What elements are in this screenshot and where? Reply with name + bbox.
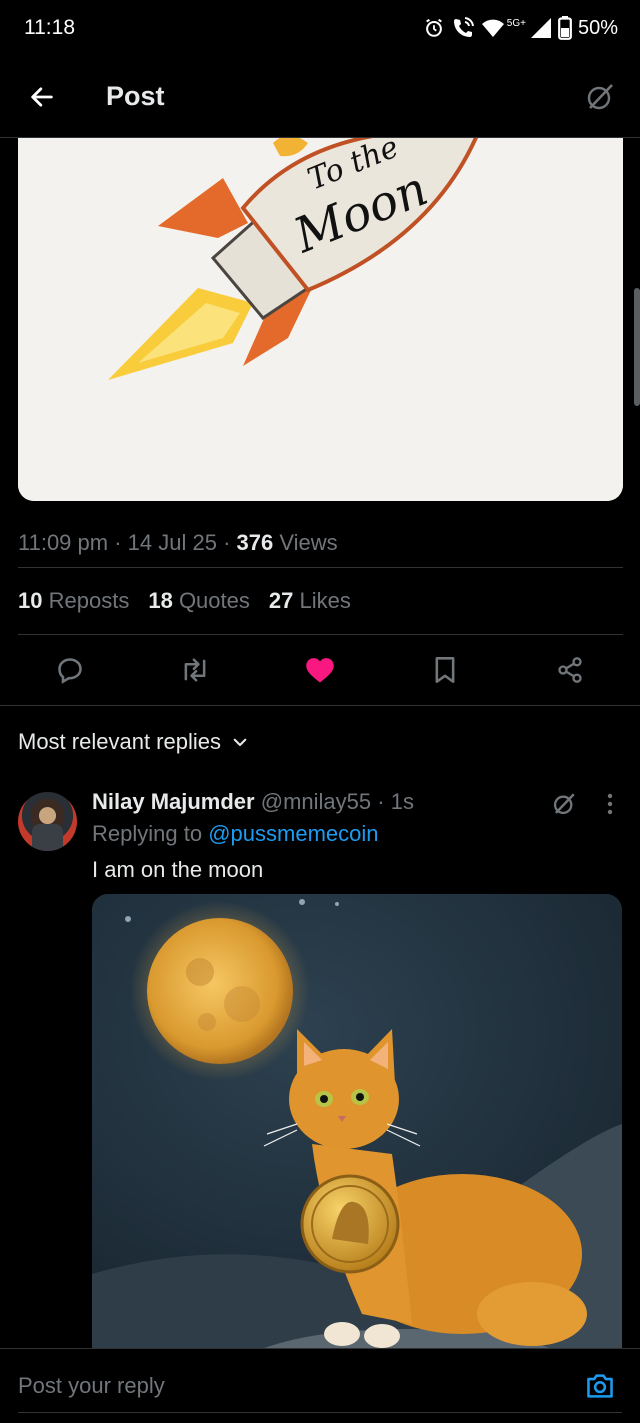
composer-divider bbox=[18, 1412, 622, 1413]
reply-time: 1s bbox=[390, 789, 414, 814]
battery-percent: 50% bbox=[577, 16, 618, 39]
grok-icon bbox=[553, 793, 575, 815]
share-icon bbox=[557, 657, 582, 683]
bookmark-button[interactable] bbox=[415, 640, 475, 700]
engagement-stats: 10 Reposts 18 Quotes 27 Likes bbox=[18, 568, 623, 635]
repost-button[interactable] bbox=[165, 640, 225, 700]
more-vertical-icon bbox=[607, 793, 613, 815]
replies-sort-label: Most relevant replies bbox=[18, 729, 221, 754]
reposts-stat[interactable]: 10 Reposts bbox=[18, 588, 129, 614]
replies-sort-dropdown[interactable]: Most relevant replies bbox=[18, 716, 249, 768]
arrow-left-icon bbox=[31, 86, 53, 107]
reply-icon bbox=[58, 658, 83, 684]
camera-button[interactable] bbox=[578, 1364, 622, 1408]
camera-icon bbox=[587, 1374, 613, 1398]
back-button[interactable] bbox=[0, 56, 84, 138]
replying-handle-link[interactable]: @pussmemecoin bbox=[208, 821, 378, 846]
like-button[interactable] bbox=[290, 640, 350, 700]
reply-grok-button[interactable] bbox=[544, 784, 584, 824]
grok-button[interactable] bbox=[560, 56, 640, 138]
status-icons: 5G+ 50% bbox=[423, 16, 618, 40]
replying-prefix: Replying to bbox=[92, 821, 203, 846]
status-time: 11:18 bbox=[24, 16, 75, 39]
battery-icon bbox=[558, 16, 572, 40]
meta-separator: · bbox=[108, 529, 128, 555]
cat-moon-illustration bbox=[92, 894, 622, 1349]
reply-button[interactable] bbox=[40, 640, 100, 700]
post-image[interactable]: To the Moon bbox=[18, 138, 623, 501]
post-meta: 11:09 pm · 14 Jul 25 · 376 Views bbox=[18, 518, 623, 568]
reply-header: Nilay Majumder @mnilay55 · 1s bbox=[92, 786, 414, 818]
scrollbar[interactable] bbox=[634, 288, 640, 406]
grok-icon bbox=[587, 83, 613, 109]
likes-label: Likes bbox=[299, 588, 351, 613]
views-label: Views bbox=[279, 529, 338, 555]
status-bar: 11:18 5G+ 50% bbox=[0, 0, 640, 56]
views-count: 376 bbox=[236, 529, 274, 555]
quotes-label: Quotes bbox=[178, 588, 250, 613]
reply-author-handle: @mnilay55 bbox=[260, 789, 372, 814]
replying-to: Replying to @pussmemecoin bbox=[92, 818, 379, 850]
meta-separator: · bbox=[216, 529, 237, 555]
more-options-button[interactable] bbox=[594, 784, 626, 824]
network-label: 5G+ bbox=[506, 18, 526, 29]
rocket-illustration: To the Moon bbox=[18, 138, 623, 501]
alarm-icon bbox=[425, 18, 442, 37]
signal-icon bbox=[530, 18, 551, 38]
likes-stat[interactable]: 27 Likes bbox=[269, 588, 351, 614]
reply-text: I am on the moon bbox=[92, 857, 264, 882]
post-date: 14 Jul 25 bbox=[127, 529, 217, 555]
action-bar bbox=[0, 635, 640, 706]
app-header: Post bbox=[0, 56, 640, 138]
chevron-down-icon bbox=[233, 738, 247, 747]
wifi-calling-icon bbox=[453, 17, 474, 37]
reply-separator: · bbox=[377, 789, 385, 814]
likes-count: 27 bbox=[268, 588, 294, 613]
wifi-icon bbox=[481, 19, 504, 37]
reply-author-name[interactable]: Nilay Majumder bbox=[92, 789, 255, 814]
repost-icon bbox=[184, 658, 206, 682]
reposts-label: Reposts bbox=[48, 588, 130, 613]
like-icon bbox=[306, 658, 334, 683]
quotes-stat[interactable]: 18 Quotes bbox=[148, 588, 250, 614]
reposts-count: 10 bbox=[18, 588, 43, 613]
page-title: Post bbox=[106, 81, 165, 111]
bookmark-icon bbox=[435, 657, 455, 683]
avatar[interactable] bbox=[18, 792, 77, 851]
share-button[interactable] bbox=[540, 640, 600, 700]
post-time: 11:09 pm bbox=[18, 529, 109, 555]
reply-composer[interactable]: Post your reply bbox=[0, 1348, 640, 1423]
reply-image[interactable] bbox=[92, 894, 622, 1349]
quotes-count: 18 bbox=[148, 588, 173, 613]
reply-input[interactable]: Post your reply bbox=[18, 1373, 578, 1399]
